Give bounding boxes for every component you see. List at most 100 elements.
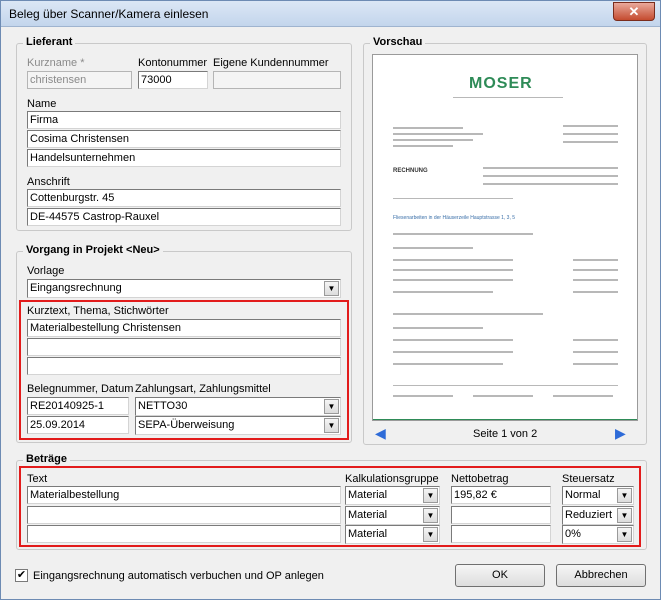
- eigene-kundennummer-label: Eigene Kundennummer: [213, 57, 329, 69]
- column-header-steuersatz: Steuersatz: [562, 473, 615, 485]
- title-bar: Beleg über Scanner/Kamera einlesen ✕: [1, 1, 660, 27]
- kurzname-field[interactable]: christensen: [27, 71, 132, 89]
- doc-line: [393, 233, 533, 235]
- doc-line: [393, 279, 513, 281]
- kalkulationsgruppe-select[interactable]: Material ▼: [345, 525, 440, 544]
- doc-line: [393, 327, 483, 329]
- betraege-title: Beträge: [23, 453, 70, 465]
- belegnummer-label: Belegnummer, Datum: [27, 383, 134, 395]
- anschrift-line-2[interactable]: DE-44575 Castrop-Rauxel: [27, 208, 341, 226]
- column-header-kalkulationsgruppe: Kalkulationsgruppe: [345, 473, 439, 485]
- steuersatz-select[interactable]: 0% ▼: [562, 525, 634, 544]
- ok-button[interactable]: OK: [455, 564, 545, 587]
- name-line-2[interactable]: Cosima Christensen: [27, 130, 341, 148]
- betrag-text-field[interactable]: [27, 506, 341, 524]
- doc-line: [393, 339, 513, 341]
- steuersatz-value: Reduziert: [565, 509, 613, 521]
- kurztext-line-1[interactable]: Materialbestellung Christensen: [27, 319, 341, 337]
- anschrift-line-1[interactable]: Cottenburgstr. 45: [27, 189, 341, 207]
- page-indicator: Seite 1 von 2: [473, 428, 538, 440]
- chevron-down-icon[interactable]: ▼: [617, 527, 632, 542]
- doc-line: [373, 419, 637, 420]
- kalkulationsgruppe-value: Material: [348, 489, 388, 501]
- doc-line: [573, 363, 618, 365]
- doc-line: [393, 247, 473, 249]
- anschrift-label: Anschrift: [27, 176, 70, 188]
- kurzname-label: Kurzname *: [27, 57, 85, 69]
- auto-book-checkbox[interactable]: ✔: [15, 569, 28, 582]
- datum-field[interactable]: 25.09.2014: [27, 416, 129, 434]
- chevron-down-icon[interactable]: ▼: [324, 418, 339, 433]
- vorschau-title: Vorschau: [370, 36, 426, 48]
- close-button[interactable]: ✕: [613, 2, 655, 21]
- dialog-window: Beleg über Scanner/Kamera einlesen ✕ Lie…: [0, 0, 661, 600]
- kalkulationsgruppe-select[interactable]: Material ▼: [345, 506, 440, 525]
- next-page-icon[interactable]: ▶: [615, 425, 626, 442]
- chevron-down-icon[interactable]: ▼: [324, 399, 339, 414]
- kurztext-label: Kurztext, Thema, Stichwörter: [27, 305, 169, 317]
- chevron-down-icon[interactable]: ▼: [423, 527, 438, 542]
- cancel-button[interactable]: Abbrechen: [556, 564, 646, 587]
- kurztext-line-3[interactable]: [27, 357, 341, 375]
- kalkulationsgruppe-select[interactable]: Material ▼: [345, 486, 440, 505]
- doc-line: [393, 363, 503, 365]
- kurztext-line-2[interactable]: [27, 338, 341, 356]
- name-line-1[interactable]: Firma: [27, 111, 341, 129]
- steuersatz-select[interactable]: Normal ▼: [562, 486, 634, 505]
- chevron-down-icon[interactable]: ▼: [617, 488, 632, 503]
- vorlage-label: Vorlage: [27, 265, 65, 277]
- kontonummer-field[interactable]: 73000: [138, 71, 208, 89]
- doc-heading: RECHNUNG: [393, 168, 428, 174]
- vorgang-title: Vorgang in Projekt <Neu>: [23, 244, 163, 256]
- vorlage-value: Eingangsrechnung: [30, 282, 122, 294]
- doc-line: [393, 395, 453, 397]
- chevron-down-icon[interactable]: ▼: [423, 508, 438, 523]
- doc-line: [393, 269, 513, 271]
- column-header-nettobetrag: Nettobetrag: [451, 473, 509, 485]
- chevron-down-icon[interactable]: ▼: [324, 281, 339, 296]
- prev-page-icon[interactable]: ◀: [375, 425, 386, 442]
- betrag-text-field[interactable]: Materialbestellung: [27, 486, 341, 504]
- betrag-text-field[interactable]: [27, 525, 341, 543]
- steuersatz-value: 0%: [565, 528, 581, 540]
- doc-line: [453, 97, 563, 98]
- doc-line: [573, 351, 618, 353]
- doc-line: [393, 313, 543, 315]
- doc-line: [573, 291, 618, 293]
- doc-line: [483, 175, 618, 177]
- doc-line: [573, 269, 618, 271]
- name-line-3[interactable]: Handelsunternehmen: [27, 149, 341, 167]
- nettobetrag-field[interactable]: [451, 525, 551, 543]
- steuersatz-value: Normal: [565, 489, 601, 501]
- nettobetrag-field[interactable]: [451, 506, 551, 524]
- doc-line: [393, 259, 513, 261]
- logo: MOSER: [469, 75, 533, 92]
- column-header-text: Text: [27, 473, 48, 485]
- doc-line: [393, 385, 618, 386]
- zahlungsart-label: Zahlungsart, Zahlungsmittel: [135, 383, 271, 395]
- doc-line: [393, 291, 493, 293]
- vorlage-select[interactable]: Eingangsrechnung ▼: [27, 279, 341, 298]
- chevron-down-icon[interactable]: ▼: [423, 488, 438, 503]
- zahlungsmittel-select[interactable]: SEPA-Überweisung ▼: [135, 416, 341, 435]
- doc-line: [573, 339, 618, 341]
- zahlungsart-select[interactable]: NETTO30 ▼: [135, 397, 341, 416]
- doc-subject: Fliesenarbeiten in der Häuserzeile Haupt…: [393, 215, 516, 221]
- doc-line: [393, 133, 483, 135]
- document-preview[interactable]: MOSER RECHNUNG Fliesenarbeiten in der Hä…: [372, 54, 638, 421]
- doc-line: [393, 198, 513, 199]
- steuersatz-select[interactable]: Reduziert ▼: [562, 506, 634, 525]
- chevron-down-icon[interactable]: ▼: [617, 508, 632, 523]
- doc-line: [563, 133, 618, 135]
- belegnummer-field[interactable]: RE20140925-1: [27, 397, 129, 415]
- zahlungsmittel-value: SEPA-Überweisung: [138, 419, 235, 431]
- nettobetrag-field[interactable]: 195,82 €: [451, 486, 551, 504]
- eigene-kundennummer-field[interactable]: [213, 71, 341, 89]
- doc-line: [393, 139, 473, 141]
- doc-line: [563, 125, 618, 127]
- doc-line: [573, 279, 618, 281]
- doc-line: [473, 395, 533, 397]
- doc-line: [483, 167, 618, 169]
- kalkulationsgruppe-value: Material: [348, 528, 388, 540]
- auto-book-label: Eingangsrechnung automatisch verbuchen u…: [33, 570, 324, 582]
